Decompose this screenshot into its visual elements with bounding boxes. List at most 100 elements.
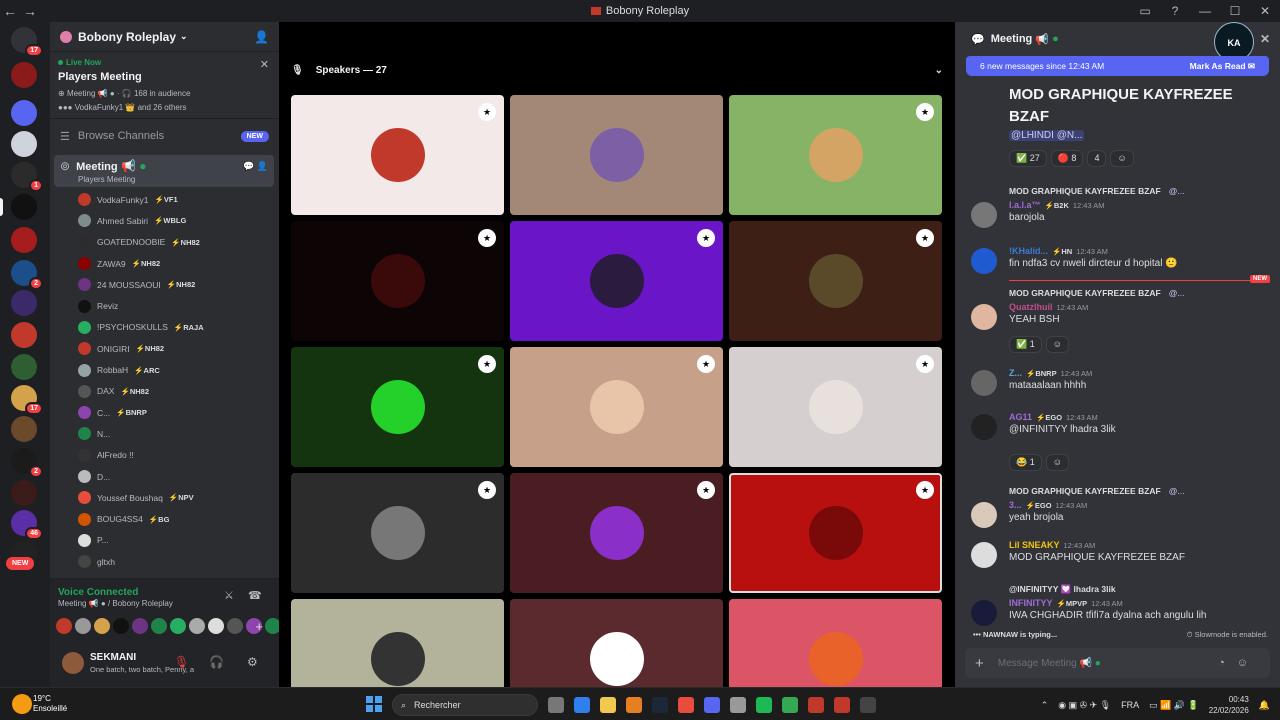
avatar[interactable]: [971, 370, 997, 396]
clock[interactable]: 00:43 22/02/2026: [1209, 694, 1249, 716]
taskbar-app-icon[interactable]: [600, 697, 616, 713]
server-icon[interactable]: 1: [11, 162, 43, 192]
reaction[interactable]: 4: [1087, 150, 1107, 167]
reply-preview[interactable]: MOD GRAPHIQUE KAYFREZEE BZAF @...: [1009, 486, 1184, 496]
taskbar-app-icon[interactable]: [808, 697, 824, 713]
search-box[interactable]: ⌕ Rechercher: [392, 694, 538, 716]
message-author[interactable]: !KHalid... ⚡HN 12:43 AM: [1009, 246, 1108, 256]
close-icon[interactable]: ✕: [260, 58, 269, 71]
stage-member[interactable]: AlFredo !!: [50, 445, 279, 466]
voice-connected-label[interactable]: Voice Connected: [58, 587, 138, 598]
speaker-tile[interactable]: ★: [729, 347, 942, 467]
voice-participant-avatar[interactable]: [189, 618, 205, 634]
taskbar-app-icon[interactable]: [782, 697, 798, 713]
message-author[interactable]: AG11 ⚡EGO 12:43 AM: [1009, 412, 1098, 422]
server-icon[interactable]: [11, 416, 37, 442]
stage-member[interactable]: !PSYCHOSKULLS ⚡RAJA: [50, 317, 279, 338]
stage-member[interactable]: ONIGIRI ⚡NH82: [50, 338, 279, 359]
speaker-tile[interactable]: ★: [291, 347, 504, 467]
language-indicator[interactable]: FRA: [1121, 700, 1139, 710]
weather-icon[interactable]: [12, 694, 32, 714]
taskbar-app-icon[interactable]: [574, 697, 590, 713]
taskbar-app-icon[interactable]: [730, 697, 746, 713]
stage-member[interactable]: N...: [50, 423, 279, 444]
avatar[interactable]: [971, 414, 997, 440]
voice-participant-avatar[interactable]: [75, 618, 91, 634]
mark-as-read-button[interactable]: Mark As Read ✉: [1190, 61, 1255, 72]
reaction[interactable]: 😂 1: [1009, 454, 1042, 471]
chat-bubble-icon[interactable]: 💬 👤: [243, 161, 268, 172]
back-arrow-icon[interactable]: ←: [0, 3, 20, 19]
minimize-icon[interactable]: —: [1190, 4, 1220, 18]
message-author[interactable]: INFINITYY ⚡MPVP 12:43 AM: [1009, 598, 1123, 608]
maximize-icon[interactable]: ☐: [1220, 4, 1250, 18]
stage-member[interactable]: D...: [50, 466, 279, 487]
speaker-tile[interactable]: ★: [510, 347, 723, 467]
avatar[interactable]: [62, 652, 84, 674]
stage-channel-meeting[interactable]: ⊚ Meeting 📢 ● Players Meeting 💬 👤: [54, 155, 274, 187]
speaker-tile[interactable]: ★: [729, 221, 942, 341]
speaker-tile[interactable]: ★: [510, 473, 723, 593]
server-icon[interactable]: [11, 480, 37, 506]
emoji-sticker-icons[interactable]: ◔☺: [1218, 657, 1260, 669]
speaker-tile[interactable]: ★: [291, 95, 504, 215]
close-window-icon[interactable]: ✕: [1250, 4, 1280, 18]
avatar[interactable]: [971, 542, 997, 568]
notification-icon[interactable]: 🔔: [1259, 700, 1270, 711]
taskbar-app-icon[interactable]: [548, 697, 564, 713]
taskbar-app-icon[interactable]: [678, 697, 694, 713]
taskbar-app-icon[interactable]: [834, 697, 850, 713]
headphones-icon[interactable]: 🎧: [209, 655, 224, 669]
stage-member[interactable]: P...: [50, 530, 279, 551]
help-icon[interactable]: ?: [1160, 4, 1190, 18]
taskbar-app-icon[interactable]: [756, 697, 772, 713]
server-icon[interactable]: 46: [11, 510, 43, 540]
server-icon[interactable]: [11, 131, 37, 157]
speaker-tile[interactable]: ★: [729, 95, 942, 215]
server-icon[interactable]: [11, 194, 37, 220]
stage-member[interactable]: Ahmed Sabiri ⚡WBLG: [50, 210, 279, 231]
taskbar-app-icon[interactable]: [626, 697, 642, 713]
server-icon[interactable]: 2: [11, 260, 43, 290]
stage-member[interactable]: ZAWA9 ⚡NH82: [50, 253, 279, 274]
new-messages-bar[interactable]: 6 new messages since 12:43 AM Mark As Re…: [966, 56, 1269, 76]
voice-participant-avatar[interactable]: [170, 618, 186, 634]
message-author[interactable]: Z... ⚡BNRP 12:43 AM: [1009, 368, 1092, 378]
reply-preview[interactable]: @INFINITYY 💟 lhadra 3lik: [1009, 584, 1116, 595]
stage-member[interactable]: 24 MOUSSAOUI ⚡NH82: [50, 274, 279, 295]
mute-mic-icon[interactable]: 🎙: [174, 655, 189, 669]
reaction[interactable]: ✅ 27: [1009, 150, 1047, 167]
server-icon[interactable]: [11, 227, 37, 253]
tray-icons[interactable]: ◉ ▣ ✇ ✈ 🎙: [1058, 700, 1111, 711]
message-author[interactable]: Lil SNEAKY 12:43 AM: [1009, 540, 1095, 550]
server-icon[interactable]: 2: [11, 448, 43, 478]
taskbar-app-icon[interactable]: [860, 697, 876, 713]
message-author[interactable]: 3... ⚡EGO 12:43 AM: [1009, 500, 1087, 510]
stage-member[interactable]: Youssef Boushaq ⚡NPV: [50, 487, 279, 508]
voice-participant-avatar[interactable]: [132, 618, 148, 634]
chevron-down-icon[interactable]: ⌄: [935, 65, 943, 76]
weather-widget[interactable]: 19°C Ensoleillé: [33, 694, 67, 714]
voice-participant-avatar[interactable]: [56, 618, 72, 634]
avatar[interactable]: [971, 202, 997, 228]
voice-participant-avatar[interactable]: [208, 618, 224, 634]
add-attachment-icon[interactable]: +: [975, 655, 984, 672]
add-reaction-icon[interactable]: ☺: [1045, 454, 1069, 471]
reply-preview[interactable]: MOD GRAPHIQUE KAYFREZEE BZAF @...: [1009, 186, 1184, 196]
stage-member[interactable]: gltxh: [50, 551, 279, 572]
gear-icon[interactable]: ⚙: [247, 655, 258, 669]
taskbar-app-icon[interactable]: [652, 697, 668, 713]
server-icon[interactable]: [11, 100, 37, 126]
server-icon[interactable]: [11, 290, 37, 316]
noise-suppression-icon[interactable]: ⚔: [224, 589, 234, 602]
close-icon[interactable]: ✕: [1260, 32, 1270, 46]
disconnect-icon[interactable]: ☎: [248, 589, 262, 602]
server-icon[interactable]: 17: [11, 27, 43, 57]
network-sound-icons[interactable]: ▭ 📶 🔊 🔋: [1149, 700, 1199, 711]
taskbar-app-icon[interactable]: [704, 697, 720, 713]
chevron-up-icon[interactable]: ⌃: [1041, 700, 1049, 711]
stage-member[interactable]: GOATEDNOOBIE ⚡NH82: [50, 232, 279, 253]
server-icon[interactable]: [11, 354, 37, 380]
message-composer[interactable]: + Message Meeting 📢 ● ◔☺: [965, 648, 1270, 678]
reaction[interactable]: 🔴 8: [1050, 150, 1084, 167]
